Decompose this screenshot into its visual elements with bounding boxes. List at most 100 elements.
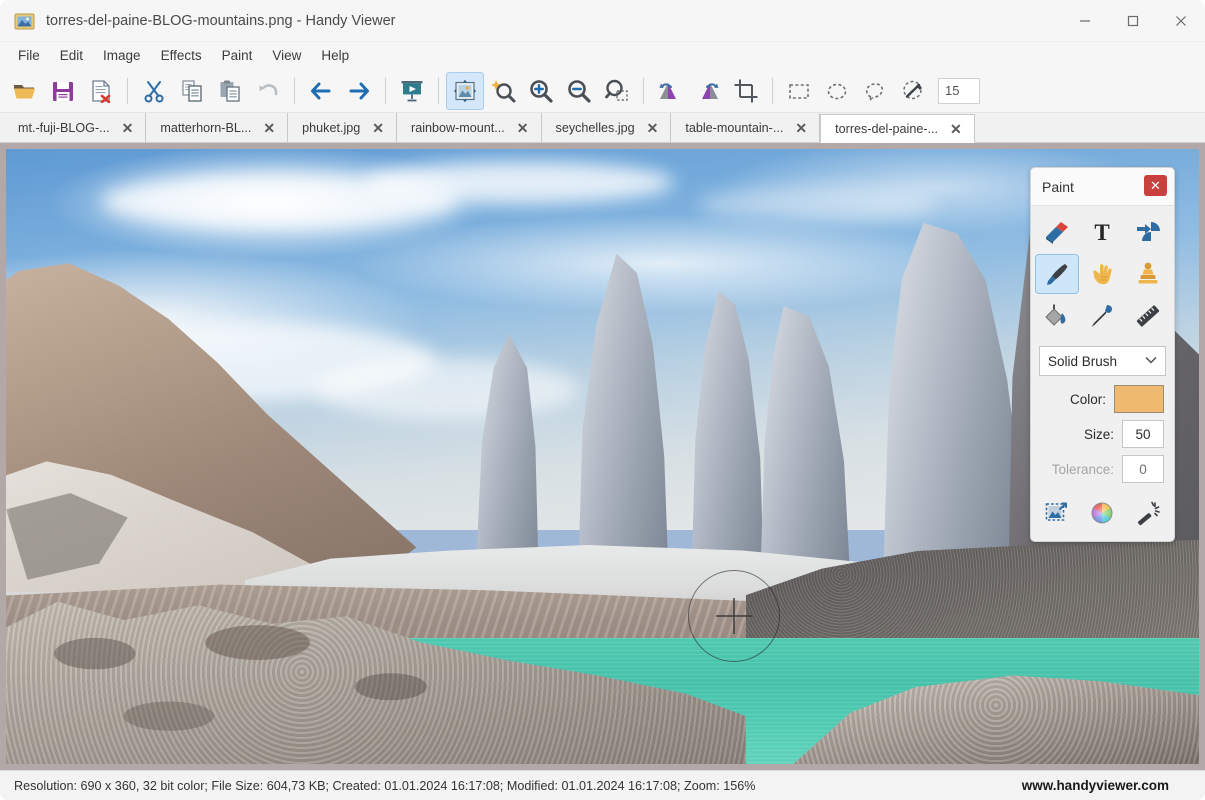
photo-torres-del-paine[interactable] [6,149,1199,764]
close-button[interactable] [1157,0,1205,42]
rotate-left-icon[interactable] [651,72,689,110]
zoom-in-icon[interactable] [522,72,560,110]
image-adjust-icon[interactable] [1035,493,1079,533]
toolbar-separator [385,78,386,104]
tab-bar: mt.-fuji-BLOG-... ✕ matterhorn-BL... ✕ p… [0,113,1205,143]
ruler-icon[interactable] [1126,296,1170,336]
maximize-button[interactable] [1109,0,1157,42]
zoom-selection-icon[interactable] [598,72,636,110]
paint-bottom-tools [1031,483,1174,541]
eraser-icon[interactable] [1035,212,1079,252]
menu-item-file[interactable]: File [8,45,50,66]
tab-close-icon[interactable]: ✕ [950,122,962,136]
tab-mt-fuji[interactable]: mt.-fuji-BLOG-... ✕ [4,113,146,142]
tolerance-input[interactable]: 15 [938,78,980,104]
tab-close-icon[interactable]: ✕ [517,121,529,135]
menu-item-view[interactable]: View [262,45,311,66]
tab-close-icon[interactable]: ✕ [647,121,659,135]
image-canvas-area[interactable]: Paint ✕ T [0,143,1205,770]
tolerance-input[interactable]: 0 [1122,455,1164,483]
menu-item-paint[interactable]: Paint [212,45,263,66]
brush-type-value: Solid Brush [1048,354,1117,369]
open-file-icon[interactable] [6,72,44,110]
brush-icon[interactable] [1035,254,1079,294]
size-label: Size: [1084,427,1114,442]
tab-label: torres-del-paine-... [835,122,938,136]
rotate-right-icon[interactable] [689,72,727,110]
zoom-actual-size-icon[interactable] [484,72,522,110]
zoom-out-icon[interactable] [560,72,598,110]
copy-icon[interactable] [173,72,211,110]
paint-panel[interactable]: Paint ✕ T [1030,167,1175,542]
color-row: Color: [1031,378,1174,413]
cut-icon[interactable] [135,72,173,110]
color-picker-icon[interactable] [1081,296,1125,336]
window-controls [1061,0,1205,42]
menu-item-image[interactable]: Image [93,45,151,66]
tab-close-icon[interactable]: ✕ [122,121,134,135]
tab-label: mt.-fuji-BLOG-... [18,121,110,135]
tab-rainbow-mountain[interactable]: rainbow-mount... ✕ [397,113,542,142]
magic-wand-select-icon[interactable] [894,72,932,110]
menu-item-effects[interactable]: Effects [151,45,212,66]
status-bar: Resolution: 690 x 360, 32 bit color; Fil… [0,770,1205,800]
delete-file-icon[interactable] [82,72,120,110]
tolerance-row: Tolerance: 0 [1031,448,1174,483]
image-file-icon [14,10,36,32]
paint-tool-grid: T [1031,206,1174,338]
crop-icon[interactable] [727,72,765,110]
title-bar: torres-del-paine-BLOG-mountains.png - Ha… [0,0,1205,42]
toolbar: 15 [0,69,1205,113]
paint-panel-title: Paint [1042,179,1074,195]
tab-close-icon[interactable]: ✕ [372,121,384,135]
slideshow-icon[interactable] [393,72,431,110]
application-window: torres-del-paine-BLOG-mountains.png - Ha… [0,0,1205,800]
svg-text:T: T [1095,220,1110,245]
chevron-down-icon [1145,355,1157,367]
tab-seychelles[interactable]: seychelles.jpg ✕ [542,113,672,142]
photo-cloud [316,358,578,420]
undo-icon[interactable] [249,72,287,110]
minimize-button[interactable] [1061,0,1109,42]
previous-image-icon[interactable] [302,72,340,110]
menu-bar: File Edit Image Effects Paint View Help [0,42,1205,69]
tab-label: phuket.jpg [302,121,360,135]
tab-matterhorn[interactable]: matterhorn-BL... ✕ [146,113,288,142]
lasso-select-icon[interactable] [856,72,894,110]
paste-icon[interactable] [211,72,249,110]
tolerance-label: Tolerance: [1052,462,1114,477]
save-icon[interactable] [44,72,82,110]
tab-table-mountain[interactable]: table-mountain-... ✕ [671,113,820,142]
ellipse-select-icon[interactable] [818,72,856,110]
toolbar-separator [772,78,773,104]
smudge-hand-icon[interactable] [1081,254,1125,294]
clone-stamp-icon[interactable] [1126,254,1170,294]
status-brand: www.handyviewer.com [1022,778,1191,793]
menu-item-help[interactable]: Help [311,45,359,66]
text-icon[interactable]: T [1081,212,1125,252]
size-input[interactable]: 50 [1122,420,1164,448]
magic-effects-icon[interactable] [1126,493,1170,533]
toolbar-separator [127,78,128,104]
toolbar-separator [643,78,644,104]
tab-phuket[interactable]: phuket.jpg ✕ [288,113,397,142]
rectangle-select-icon[interactable] [780,72,818,110]
paint-panel-title-bar: Paint ✕ [1031,168,1174,206]
next-image-icon[interactable] [340,72,378,110]
tab-close-icon[interactable]: ✕ [795,121,807,135]
paint-bucket-icon[interactable] [1035,296,1079,336]
paint-panel-close-button[interactable]: ✕ [1144,175,1167,196]
fit-to-window-icon[interactable] [446,72,484,110]
shapes-icon[interactable] [1126,212,1170,252]
status-info: Resolution: 690 x 360, 32 bit color; Fil… [14,779,755,793]
color-swatch[interactable] [1114,385,1164,413]
window-title: torres-del-paine-BLOG-mountains.png - Ha… [46,13,396,29]
tab-torres-del-paine[interactable]: torres-del-paine-... ✕ [820,114,975,143]
tab-close-icon[interactable]: ✕ [263,121,275,135]
tab-label: matterhorn-BL... [160,121,251,135]
brush-type-select[interactable]: Solid Brush [1039,346,1166,376]
tab-label: rainbow-mount... [411,121,505,135]
color-wheel-icon[interactable] [1081,493,1125,533]
toolbar-separator [294,78,295,104]
menu-item-edit[interactable]: Edit [50,45,93,66]
